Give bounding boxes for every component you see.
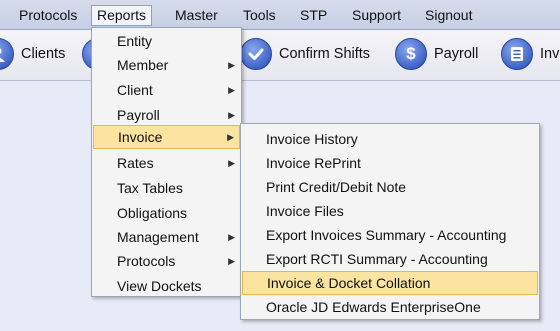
checkmark-icon [240,38,272,70]
reports-item-rates[interactable]: Rates ▶ [93,151,240,175]
reports-item-label: Obligations [117,205,188,221]
invoice-submenu: Invoice History Invoice RePrint Print Cr… [240,123,540,320]
menu-tools[interactable]: Tools [238,5,281,26]
invoice-label: Inv [540,46,560,62]
reports-item-label: View Dockets [117,278,202,294]
invoice-item-files[interactable]: Invoice Files [242,199,538,223]
reports-item-member[interactable]: Member ▶ [93,53,240,77]
payroll-label: Payroll [434,46,479,62]
clients-button[interactable]: Clients [0,36,65,72]
invoice-item-credit-debit-note[interactable]: Print Credit/Debit Note [242,175,538,199]
reports-item-payroll[interactable]: Payroll ▶ [93,103,240,127]
confirm-shifts-label: Confirm Shifts [279,46,371,62]
users-icon [0,38,14,70]
reports-dropdown: Entity Member ▶ Client ▶ Payroll ▶ Invoice ▶… [91,27,242,297]
submenu-arrow-icon: ▶ [228,256,235,266]
invoice-item-oracle-jde[interactable]: Oracle JD Edwards EnterpriseOne [242,295,538,319]
reports-item-label: Member [117,57,169,73]
payroll-button[interactable]: $ Payroll [395,36,478,72]
submenu-arrow-icon: ▶ [228,158,235,168]
reports-item-obligations[interactable]: Obligations [93,201,240,225]
invoice-button[interactable]: Inv [501,36,559,72]
reports-item-client[interactable]: Client ▶ [93,78,240,102]
submenu-arrow-icon: ▶ [228,60,235,70]
submenu-arrow-icon: ▶ [228,110,235,120]
reports-item-management[interactable]: Management ▶ [93,225,240,249]
reports-item-label: Payroll [117,107,160,123]
invoice-item-reprint[interactable]: Invoice RePrint [242,151,538,175]
invoice-item-export-rcti-summary[interactable]: Export RCTI Summary - Accounting [242,247,538,271]
menu-bar: Protocols Reports Master Tools STP Suppo… [0,0,560,30]
reports-item-protocols[interactable]: Protocols ▶ [93,249,240,273]
menu-signout[interactable]: Signout [420,5,477,26]
reports-item-label: Invoice [118,129,163,145]
document-icon [501,38,533,70]
menu-reports[interactable]: Reports [91,5,153,26]
reports-item-tax-tables[interactable]: Tax Tables [93,176,240,200]
confirm-shifts-button[interactable]: Confirm Shifts [240,36,370,72]
reports-item-invoice[interactable]: Invoice ▶ [93,125,240,149]
reports-item-view-dockets[interactable]: View Dockets [93,274,240,298]
dollar-icon: $ [395,38,427,70]
invoice-item-docket-collation[interactable]: Invoice & Docket Collation [242,271,538,295]
invoice-item-export-invoices-summary[interactable]: Export Invoices Summary - Accounting [242,223,538,247]
reports-item-label: Rates [117,155,154,171]
menu-master[interactable]: Master [170,5,223,26]
menu-protocols[interactable]: Protocols [14,5,82,26]
submenu-arrow-icon: ▶ [228,232,235,242]
clients-label: Clients [21,46,66,62]
reports-item-label: Entity [117,33,153,49]
menu-stp[interactable]: STP [295,5,332,26]
toolbar: Clients Confirm Shifts $ Payroll Inv [0,30,560,81]
reports-item-label: Client [117,82,153,98]
reports-item-entity[interactable]: Entity [93,29,240,53]
menu-support[interactable]: Support [347,5,406,26]
reports-item-label: Management [117,229,199,245]
submenu-arrow-icon: ▶ [228,85,235,95]
reports-item-label: Tax Tables [117,180,183,196]
invoice-item-history[interactable]: Invoice History [242,127,538,151]
reports-item-label: Protocols [117,253,176,269]
submenu-arrow-icon: ▶ [227,132,234,142]
